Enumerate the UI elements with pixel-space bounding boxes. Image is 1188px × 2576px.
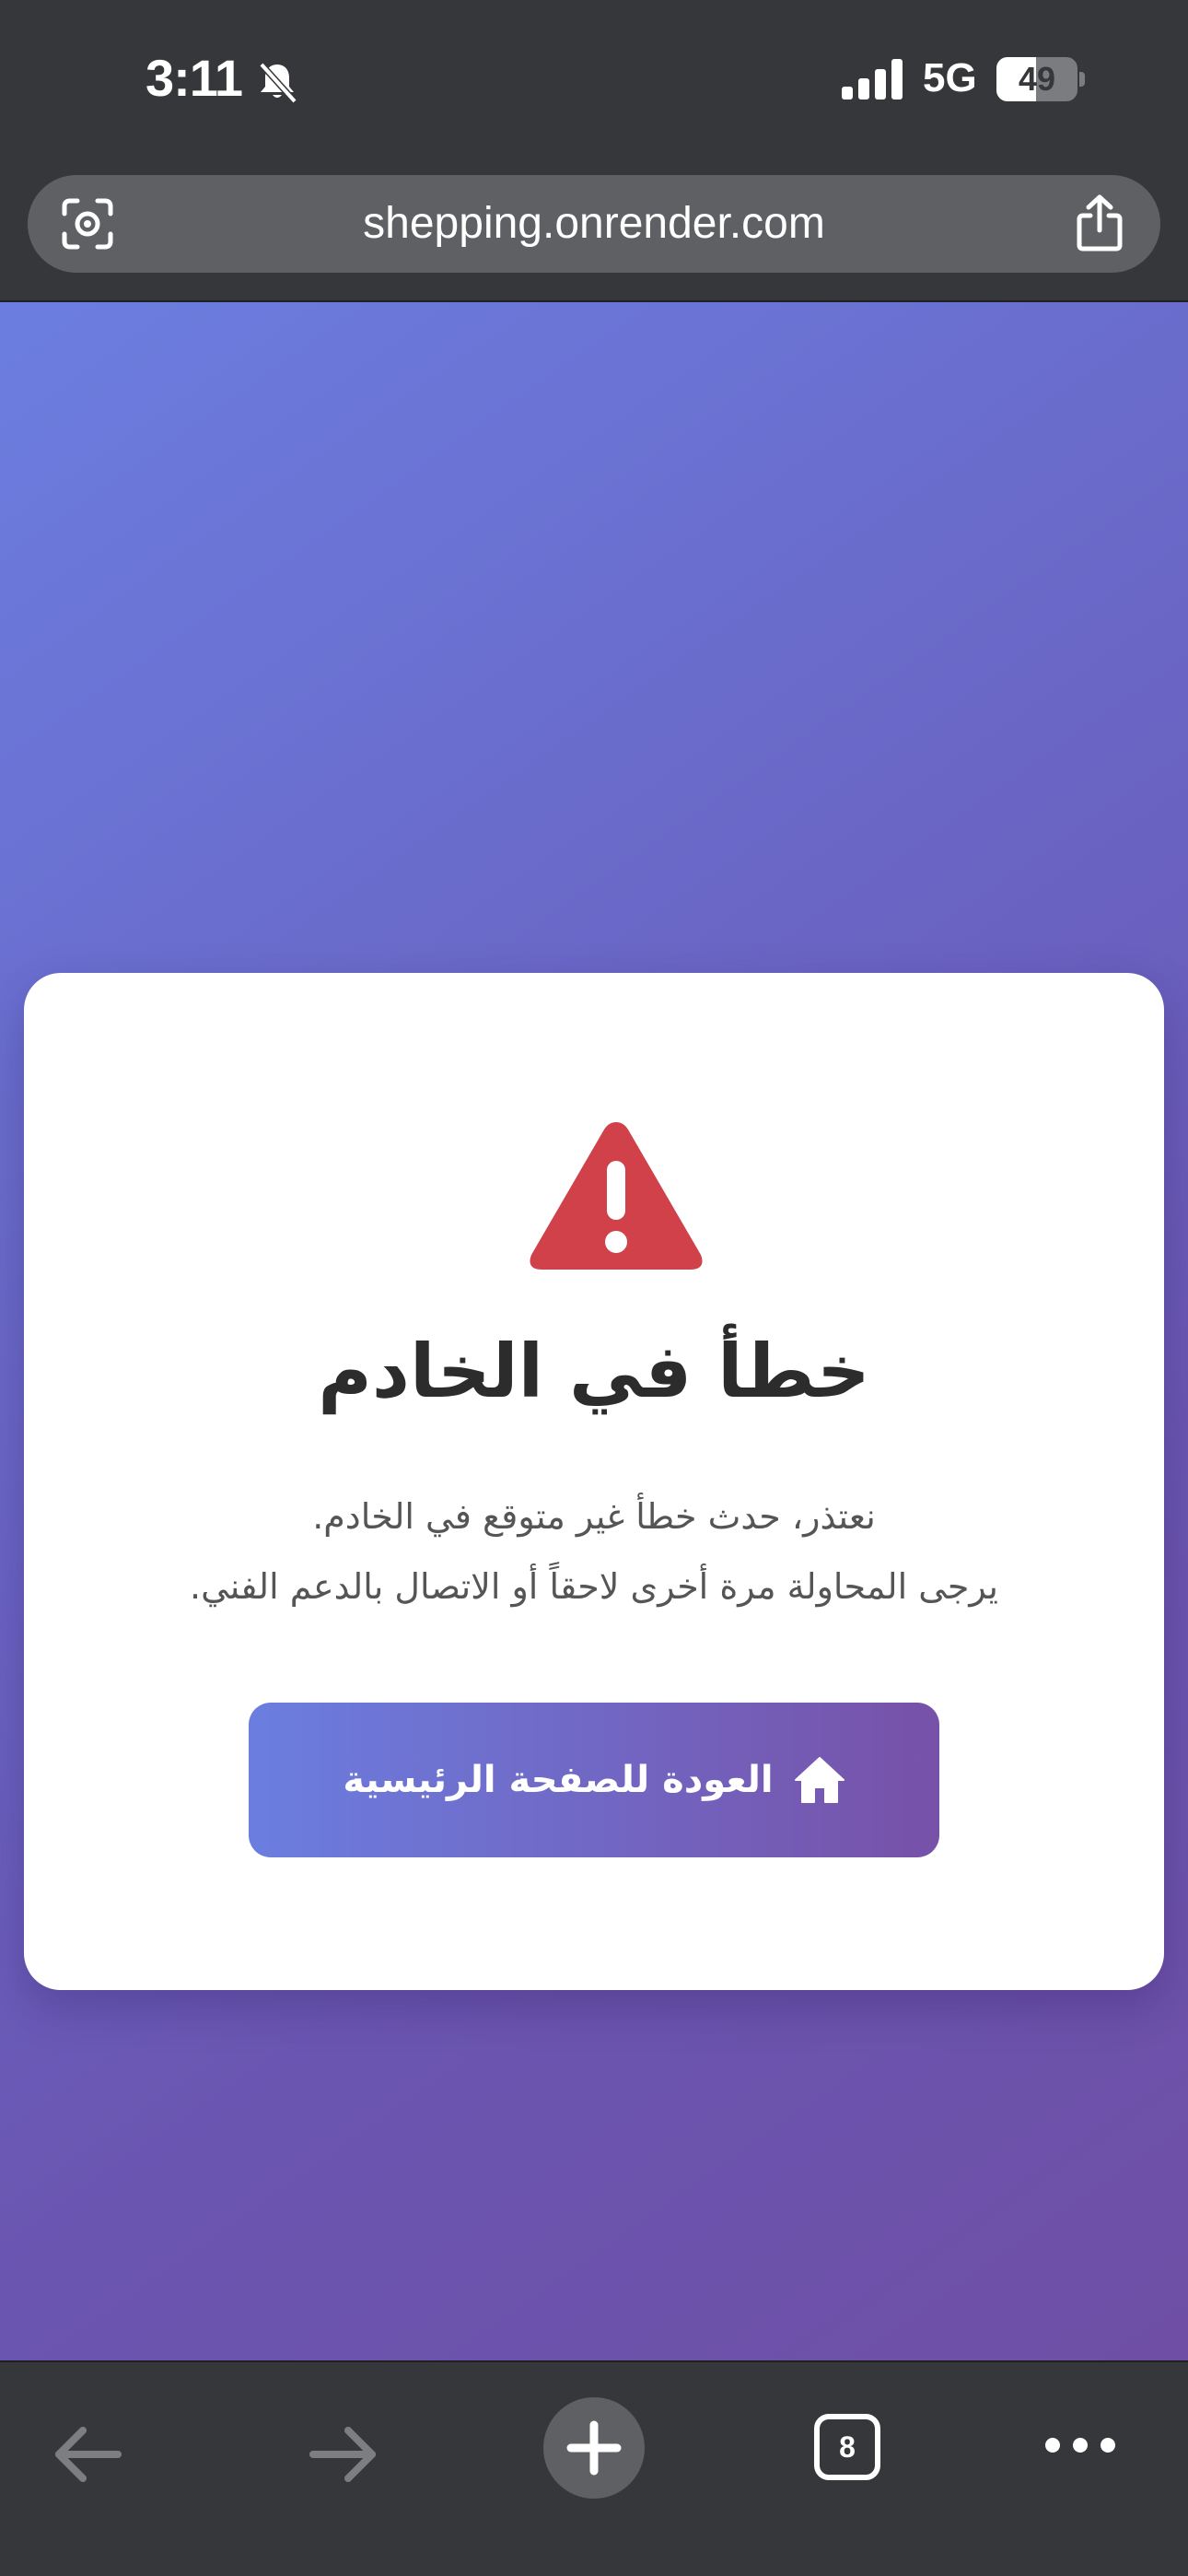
- back-arrow-icon[interactable]: [33, 2399, 144, 2510]
- battery-level: 49: [1018, 60, 1056, 98]
- warning-icon: [530, 1122, 703, 1270]
- error-message: نعتذر، حدث خطأ غير متوقع في الخادم. يرجى…: [79, 1481, 1109, 1622]
- url-text[interactable]: shepping.onrender.com: [138, 175, 1050, 273]
- status-time: 3:11: [146, 49, 243, 107]
- error-title: خطأ في الخادم: [318, 1329, 870, 1414]
- battery-indicator: 49: [996, 57, 1085, 101]
- home-button-label: العودة للصفحة الرئيسية: [343, 1759, 774, 1801]
- more-icon[interactable]: [1039, 2418, 1122, 2473]
- share-icon[interactable]: [1074, 193, 1125, 252]
- error-message-line: يرجى المحاولة مرة أخرى لاحقاً أو الاتصال…: [190, 1566, 998, 1607]
- error-card: خطأ في الخادم نعتذر، حدث خطأ غير متوقع ف…: [24, 973, 1164, 1990]
- error-message-line: نعتذر، حدث خطأ غير متوقع في الخادم.: [312, 1496, 876, 1537]
- status-bar: 3:11 5G 49: [0, 0, 1188, 166]
- bell-slash-icon: [259, 62, 297, 104]
- home-icon: [794, 1757, 844, 1803]
- tab-switcher-button[interactable]: 8: [814, 2414, 880, 2480]
- signal-icon: [842, 59, 903, 100]
- bottom-toolbar: 8: [0, 2360, 1188, 2576]
- forward-arrow-icon[interactable]: [287, 2399, 398, 2510]
- new-tab-button[interactable]: [543, 2397, 645, 2499]
- page-background: خطأ في الخادم نعتذر، حدث خطأ غير متوقع ف…: [0, 302, 1188, 2360]
- address-bar[interactable]: shepping.onrender.com: [28, 175, 1160, 273]
- network-type: 5G: [923, 55, 977, 100]
- home-button[interactable]: العودة للصفحة الرئيسية: [249, 1703, 939, 1857]
- lens-icon[interactable]: [61, 197, 114, 251]
- plus-icon: [566, 2420, 622, 2476]
